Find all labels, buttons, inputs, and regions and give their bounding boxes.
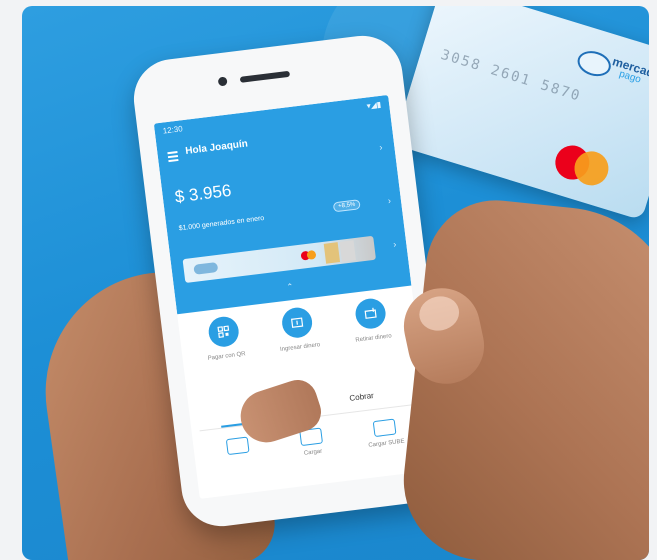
qr-icon <box>206 314 241 349</box>
withdraw-icon <box>353 296 388 331</box>
speaker-grille <box>239 70 291 83</box>
mini-card-gold <box>323 242 341 264</box>
subaction-label <box>209 454 269 461</box>
status-bar: 12:30 ▾◢▮ <box>162 100 381 136</box>
status-time: 12:30 <box>162 124 184 136</box>
mercado-pago-logo: mercado pago <box>574 43 649 97</box>
photo-frame: mercado pago 3058 2601 5870 12:30 ▾◢▮ Ho… <box>22 6 649 560</box>
app-header: 12:30 ▾◢▮ Hola Joaquín › $ 3.956 $1.000 … <box>153 94 412 315</box>
action-label: Ingresar dinero <box>279 342 321 353</box>
card-icon <box>225 436 250 456</box>
handshake-icon <box>574 47 614 81</box>
mini-brand-icon <box>193 261 219 275</box>
subaction-label: Cargar <box>303 448 323 457</box>
action-withdraw[interactable]: Retirar dinero <box>339 295 404 346</box>
earned-text: $1.000 generados en enero <box>178 214 265 233</box>
deposit-icon <box>280 305 314 340</box>
mini-mastercard-icon-2 <box>306 249 317 260</box>
earned-badge: +8,5% <box>332 199 361 213</box>
action-deposit[interactable]: Ingresar dinero <box>266 304 331 355</box>
status-icons: ▾◢▮ <box>366 99 382 111</box>
sube-icon <box>372 418 397 438</box>
action-label: Retirar dinero <box>355 333 393 344</box>
chevron-up-icon[interactable]: ⌃ <box>286 282 294 292</box>
chevron-right-icon[interactable]: › <box>393 239 397 249</box>
action-pay-qr[interactable]: Pagar con QR <box>192 313 257 364</box>
thumbnail <box>416 292 463 335</box>
chevron-right-icon[interactable]: › <box>379 142 383 152</box>
credit-card: mercado pago 3058 2601 5870 <box>392 6 649 221</box>
chevron-right-icon[interactable]: › <box>387 195 391 205</box>
phone-screen: 12:30 ▾◢▮ Hola Joaquín › $ 3.956 $1.000 … <box>153 94 435 499</box>
linked-card-strip[interactable] <box>182 235 377 284</box>
front-camera-icon <box>217 76 228 87</box>
mini-card-silver <box>339 240 356 262</box>
action-label: Pagar con QR <box>207 351 246 362</box>
hamburger-menu-icon[interactable] <box>167 151 179 164</box>
mastercard-logo-icon <box>551 141 614 190</box>
card-number: 3058 2601 5870 <box>438 46 584 105</box>
greeting: Hola Joaquín <box>184 138 249 157</box>
account-balance: $ 3.956 <box>173 180 233 207</box>
